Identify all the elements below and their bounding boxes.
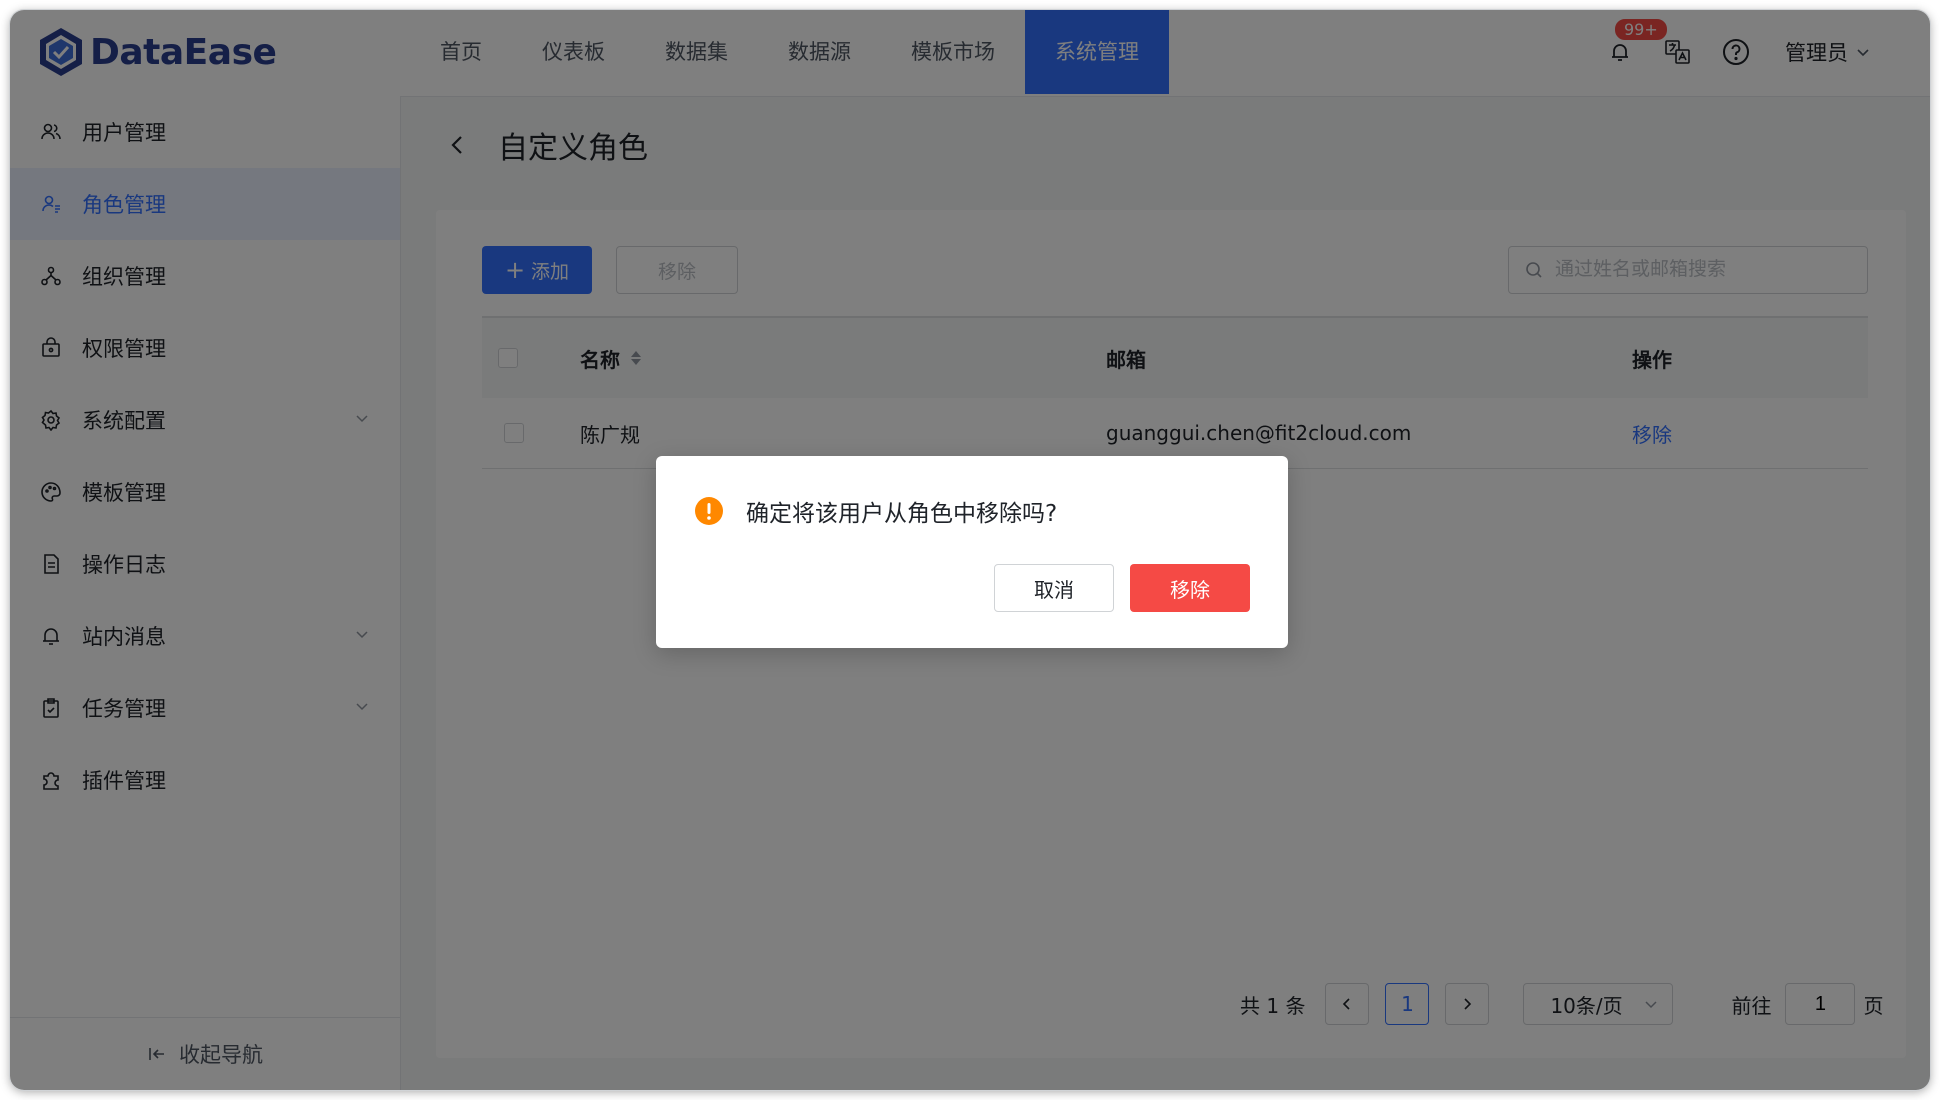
app-window: DataEase 首页 仪表板 数据集 数据源 模板市场 系统管理 99+ — [10, 10, 1930, 1090]
dialog-message: 确定将该用户从角色中移除吗? — [746, 501, 1058, 527]
confirm-dialog: 确定将该用户从角色中移除吗? 取消 移除 — [656, 456, 1288, 648]
warning-icon — [695, 497, 723, 525]
confirm-remove-button[interactable]: 移除 — [1130, 564, 1250, 612]
cancel-button[interactable]: 取消 — [994, 564, 1114, 612]
